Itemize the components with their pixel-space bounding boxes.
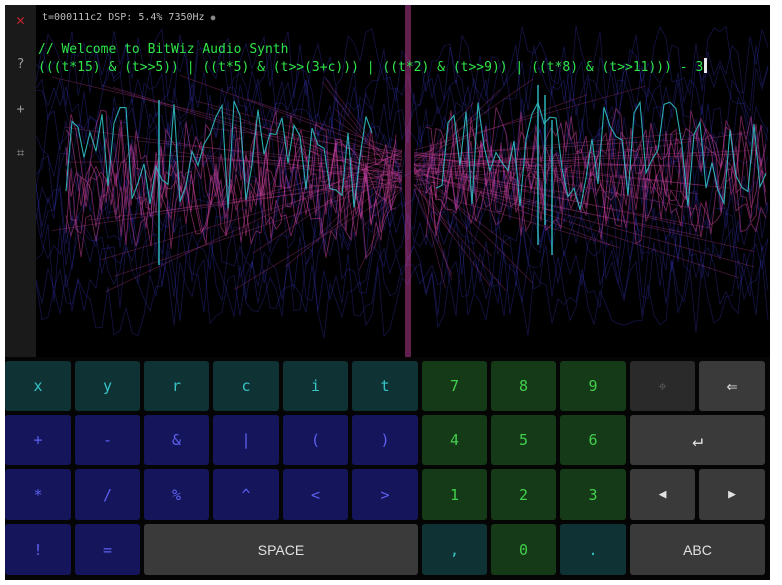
status-text: t=000111c2 DSP: 5.4% 7350Hz bbox=[42, 12, 205, 23]
arrow-right-icon[interactable]: ▶ bbox=[699, 469, 765, 520]
key-plus[interactable]: + bbox=[5, 415, 71, 465]
key-greater-than[interactable]: > bbox=[352, 469, 418, 520]
sidebar: ✕ ? + ⌗ bbox=[5, 5, 36, 357]
key-rparen[interactable]: ) bbox=[352, 415, 418, 465]
key-minus[interactable]: - bbox=[75, 415, 140, 465]
key-y[interactable]: y bbox=[75, 361, 140, 411]
status-bar: t=000111c2 DSP: 5.4% 7350Hz ● bbox=[42, 12, 215, 23]
key-bang[interactable]: ! bbox=[5, 524, 71, 575]
add-button[interactable]: + bbox=[5, 102, 36, 117]
keyboard: x y r c i t 7 8 9 ⌖ ⇐ + - & | ( ) 4 5 6 … bbox=[5, 357, 770, 580]
text-cursor bbox=[704, 58, 708, 73]
close-icon[interactable]: ✕ bbox=[5, 11, 36, 29]
key-lparen[interactable]: ( bbox=[283, 415, 348, 465]
arrow-left-icon[interactable]: ◀ bbox=[630, 469, 695, 520]
key-3[interactable]: 3 bbox=[560, 469, 626, 520]
code-expression[interactable]: (((t*15) & (t>>5)) | ((t*5) & (t>>(3+c))… bbox=[38, 60, 703, 75]
space-button[interactable]: SPACE bbox=[144, 524, 418, 575]
enter-icon[interactable]: ↵ bbox=[630, 415, 765, 465]
key-c[interactable]: c bbox=[213, 361, 279, 411]
help-button[interactable]: ? bbox=[5, 57, 36, 72]
key-5[interactable]: 5 bbox=[491, 415, 556, 465]
key-r[interactable]: r bbox=[144, 361, 209, 411]
key-equals[interactable]: = bbox=[75, 524, 140, 575]
key-8[interactable]: 8 bbox=[491, 361, 556, 411]
key-percent[interactable]: % bbox=[144, 469, 209, 520]
key-dot[interactable]: . bbox=[560, 524, 626, 575]
key-9[interactable]: 9 bbox=[560, 361, 626, 411]
crosshair-icon[interactable]: ⌖ bbox=[630, 361, 695, 411]
code-editor[interactable]: // Welcome to BitWiz Audio Synth (((t*15)… bbox=[38, 41, 708, 76]
code-comment: // Welcome to BitWiz Audio Synth bbox=[38, 42, 289, 57]
key-star[interactable]: * bbox=[5, 469, 71, 520]
backspace-icon[interactable]: ⇐ bbox=[699, 361, 765, 411]
key-2[interactable]: 2 bbox=[491, 469, 556, 520]
key-7[interactable]: 7 bbox=[422, 361, 487, 411]
key-less-than[interactable]: < bbox=[283, 469, 348, 520]
key-1[interactable]: 1 bbox=[422, 469, 487, 520]
perspective-streak bbox=[413, 184, 507, 292]
grid-icon[interactable]: ⌗ bbox=[5, 146, 36, 161]
waveform-trace bbox=[65, 122, 397, 211]
key-6[interactable]: 6 bbox=[560, 415, 626, 465]
app-window: ✕ ? + ⌗ t=000111c2 DSP: 5.4% 7350Hz ● //… bbox=[5, 5, 770, 580]
key-caret[interactable]: ^ bbox=[213, 469, 279, 520]
key-i[interactable]: i bbox=[283, 361, 348, 411]
key-comma[interactable]: , bbox=[422, 524, 487, 575]
key-0[interactable]: 0 bbox=[491, 524, 556, 575]
key-pipe[interactable]: | bbox=[213, 415, 279, 465]
key-4[interactable]: 4 bbox=[422, 415, 487, 465]
waveform-trace bbox=[36, 240, 769, 322]
key-slash[interactable]: / bbox=[75, 469, 140, 520]
key-t[interactable]: t bbox=[352, 361, 418, 411]
key-x[interactable]: x bbox=[5, 361, 71, 411]
abc-button[interactable]: ABC bbox=[630, 524, 765, 575]
status-indicator-icon: ● bbox=[210, 13, 216, 22]
visualizer-screen[interactable]: t=000111c2 DSP: 5.4% 7350Hz ● // Welcome… bbox=[36, 5, 770, 357]
key-ampersand[interactable]: & bbox=[144, 415, 209, 465]
